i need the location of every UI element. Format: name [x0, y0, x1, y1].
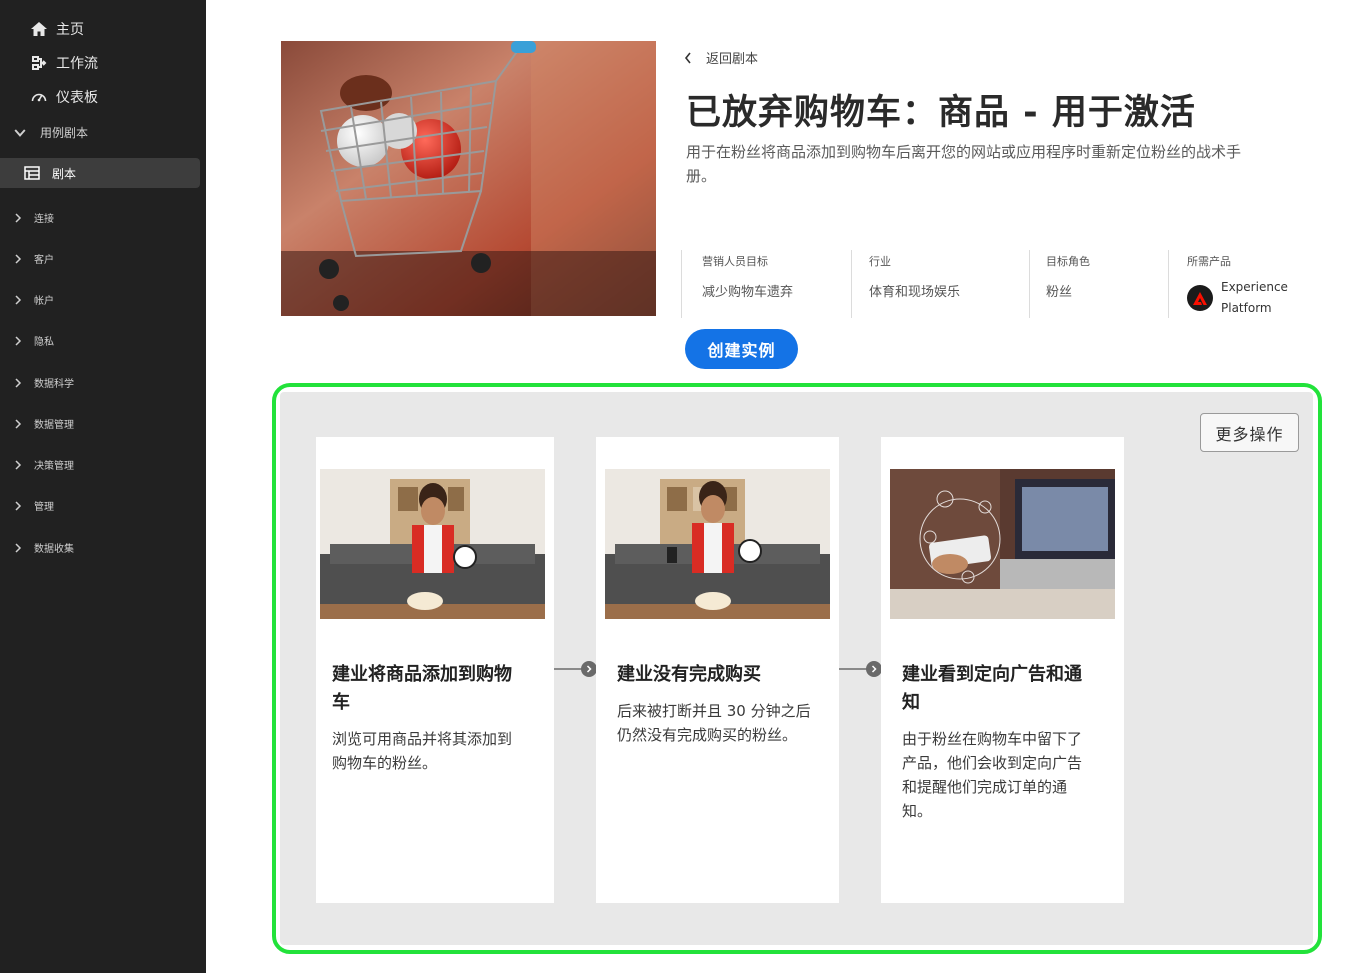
nav-item-workflows[interactable]: 工作流: [30, 53, 98, 73]
meta-role: 目标角色 粉丝: [1029, 250, 1168, 318]
back-to-playbooks-link[interactable]: 返回剧本: [684, 48, 758, 67]
meta-goal: 营销人员目标 减少购物车遗弃: [681, 250, 851, 318]
nav-section-administration[interactable]: 管理: [14, 498, 54, 513]
nav-section-label: 客户: [34, 255, 54, 266]
arrow-right-icon: [581, 661, 597, 677]
card-title-line: 建业看到定向广告和通: [902, 664, 1082, 685]
meta-role-label: 目标角色: [1046, 255, 1090, 268]
nav-section-data-collection[interactable]: 数据收集: [14, 540, 74, 555]
sidebar: 主页 工作流 仪表板 用例剧本 剧本 连接 客户 帐户 隐私 数据科学 数据管理: [0, 0, 206, 973]
nav-section-decisioning[interactable]: 决策管理: [14, 457, 74, 472]
card-text-line: 仍然没有完成购买的粉丝。: [617, 726, 798, 744]
card-text-line: 和提醒他们完成订单的通: [902, 778, 1068, 796]
card-text-line: 后来被打断并且 30 分钟之后: [617, 702, 811, 720]
nav-item-dashboards[interactable]: 仪表板: [30, 87, 98, 107]
meta-industry-label: 行业: [869, 255, 891, 268]
chevron-right-icon: [15, 500, 22, 511]
journey-card-3[interactable]: 建业看到定向广告和通 知 由于粉丝在购物车中留下了 产品，他们会收到定向广告 和…: [881, 437, 1124, 903]
card-description: 后来被打断并且 30 分钟之后 仍然没有完成购买的粉丝。: [617, 699, 811, 747]
chevron-right-icon: [15, 377, 22, 388]
card-title-line: 车: [332, 692, 350, 713]
meta-role-value: 粉丝: [1046, 285, 1073, 300]
list-icon: [24, 166, 40, 180]
card-image-digital-ads: [890, 469, 1115, 619]
card-text-line: 产品，他们会收到定向广告: [902, 754, 1083, 772]
page-description: 用于在粉丝将商品添加到购物车后离开您的网站或应用程序时重新定位粉丝的战术手册。: [686, 143, 1242, 185]
nav-section-label: 数据科学: [34, 379, 74, 390]
journey-card-1[interactable]: 建业将商品添加到购物 车 浏览可用商品并将其添加到 购物车的粉丝。: [316, 437, 554, 903]
nav-label-home: 主页: [56, 22, 84, 38]
chevron-right-icon: [15, 418, 22, 429]
card-title: 建业没有完成购买: [617, 661, 761, 689]
meta-product: 所需产品 Experience Platform: [1168, 250, 1318, 318]
product-name-line1: Experience: [1221, 280, 1288, 294]
nav-section-accounts[interactable]: 帐户: [14, 292, 54, 307]
card-title-line: 知: [902, 692, 920, 713]
nav-group-use-case-playbooks[interactable]: 用例剧本: [14, 124, 88, 141]
nav-section-label: 帐户: [34, 296, 54, 307]
nav-section-label: 管理: [34, 502, 54, 513]
nav-section-label: 数据管理: [34, 420, 74, 431]
journey-card-2[interactable]: 建业没有完成购买 后来被打断并且 30 分钟之后 仍然没有完成购买的粉丝。: [596, 437, 839, 903]
nav-section-label: 决策管理: [34, 461, 74, 472]
card-text-line: 购物车的粉丝。: [332, 754, 438, 772]
chevron-down-icon: [14, 128, 26, 137]
card-image-fan-cheering: [320, 469, 545, 619]
card-title-line: 建业将商品添加到购物: [332, 664, 512, 685]
chevron-left-icon: [684, 52, 691, 63]
home-icon: [31, 22, 47, 36]
nav-label-playbooks: 剧本: [52, 166, 77, 181]
chevron-right-icon: [15, 212, 22, 223]
product-entry: Experience Platform: [1187, 277, 1318, 319]
chevron-right-icon: [15, 253, 22, 264]
card-title: 建业看到定向广告和通 知: [902, 661, 1082, 717]
nav-section-label: 数据收集: [34, 544, 74, 555]
chevron-right-icon: [15, 335, 22, 346]
nav-section-data-management[interactable]: 数据管理: [14, 416, 74, 431]
nav-label-workflows: 工作流: [56, 56, 98, 72]
meta-industry: 行业 体育和现场娱乐: [851, 250, 1029, 318]
meta-product-label: 所需产品: [1187, 255, 1231, 268]
gauge-icon: [31, 93, 47, 102]
card-description: 由于粉丝在购物车中留下了 产品，他们会收到定向广告 和提醒他们完成订单的通 知。: [902, 727, 1082, 823]
nav-section-customers[interactable]: 客户: [14, 251, 54, 266]
product-name-line2: Platform: [1221, 301, 1272, 315]
meta-goal-value: 减少购物车遗弃: [702, 285, 794, 300]
back-link-label: 返回剧本: [706, 52, 759, 67]
card-text-line: 由于粉丝在购物车中留下了: [902, 730, 1083, 748]
more-actions-button[interactable]: 更多操作: [1200, 413, 1299, 452]
nav-section-data-science[interactable]: 数据科学: [14, 375, 74, 390]
card-title-line: 建业没有完成购买: [617, 664, 761, 685]
nav-section-connections[interactable]: 连接: [14, 210, 54, 225]
card-text-line: 浏览可用商品并将其添加到: [332, 730, 513, 748]
create-instance-button[interactable]: 创建实例: [685, 329, 798, 369]
chevron-right-icon: [15, 459, 22, 470]
hero-image-shopping-cart: [281, 41, 656, 316]
nav-item-home[interactable]: 主页: [30, 19, 84, 39]
adobe-logo-icon: [1187, 285, 1213, 311]
nav-section-privacy[interactable]: 隐私: [14, 333, 54, 348]
nav-group-label: 用例剧本: [40, 126, 89, 140]
nav-label-dashboards: 仪表板: [56, 90, 98, 106]
nav-section-label: 连接: [34, 214, 54, 225]
arrow-right-icon: [866, 661, 882, 677]
page-title: 已放弃购物车：商品 - 用于激活: [686, 93, 1196, 133]
workflow-icon: [32, 56, 47, 70]
chevron-right-icon: [15, 542, 22, 553]
meta-industry-value: 体育和现场娱乐: [869, 285, 961, 300]
meta-goal-label: 营销人员目标: [702, 255, 768, 268]
card-text-line: 知。: [902, 802, 933, 820]
card-description: 浏览可用商品并将其添加到 购物车的粉丝。: [332, 727, 512, 775]
nav-item-playbooks[interactable]: 剧本: [0, 158, 200, 188]
card-image-fan-phone: [605, 469, 830, 619]
card-title: 建业将商品添加到购物 车: [332, 661, 512, 717]
nav-section-label: 隐私: [34, 337, 54, 348]
chevron-right-icon: [15, 294, 22, 305]
